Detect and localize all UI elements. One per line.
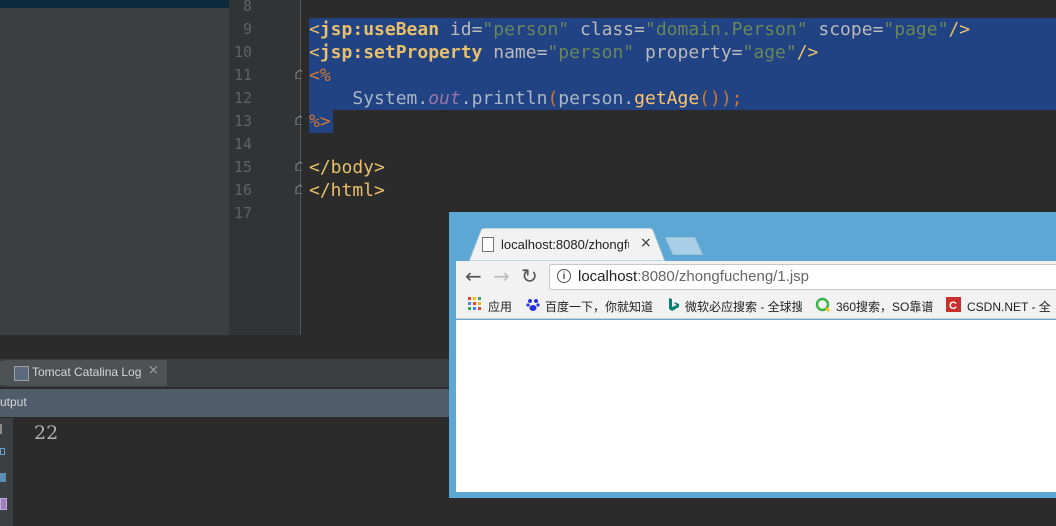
line-number: 16	[233, 181, 252, 199]
console-output-text: 22	[34, 422, 59, 444]
code-line-15: </body>	[309, 157, 385, 178]
forward-icon[interactable]: →	[493, 265, 510, 287]
tab-title: localhost:8080/zhongfu	[501, 237, 629, 252]
apps-grid-icon	[468, 297, 483, 312]
line-number: 11	[233, 66, 252, 84]
wrap-icon[interactable]	[0, 448, 5, 455]
code-line-11: <%	[309, 65, 331, 86]
csdn-icon: C	[946, 297, 961, 312]
page-icon	[482, 237, 494, 252]
line-number: 10	[233, 43, 252, 61]
line-number: 15	[233, 158, 252, 176]
line-number: 8	[242, 0, 252, 15]
line-number: 13	[233, 112, 252, 130]
close-icon[interactable]: ×	[148, 363, 159, 378]
new-tab-button[interactable]	[664, 236, 704, 256]
tab-tomcat-catalina-log[interactable]: Tomcat Catalina Log ×	[6, 360, 167, 386]
reload-icon[interactable]: ↻	[521, 265, 538, 287]
output-header-label: utput	[0, 395, 27, 409]
back-icon[interactable]: ←	[465, 265, 482, 287]
editor-gutter: 8 9 10 11 12 13 14 15 16 17	[229, 0, 305, 335]
new-tab-icon	[664, 236, 704, 256]
line-number: 12	[233, 89, 252, 107]
bookmark-apps[interactable]: 应用	[488, 298, 512, 315]
code-line-13: %>	[309, 111, 331, 132]
soft-wrap-icon[interactable]	[0, 473, 6, 482]
line-number: 14	[233, 135, 252, 153]
svg-text:C: C	[949, 300, 957, 312]
line-number: 9	[242, 20, 252, 38]
code-line-12: System.out.println(person.getAge());	[352, 88, 743, 109]
bookmark-csdn[interactable]: CSDN.NET - 全	[967, 298, 1051, 315]
code-line-16: </html>	[309, 180, 385, 201]
browser-tab-active[interactable]: localhost:8080/zhongfu ×	[469, 228, 665, 261]
bookmarks-bar: 应用 百度一下，你就知道 微软必应搜索 - 全球搜 360搜索，SO靠谱 C C…	[456, 293, 1056, 319]
log-file-icon	[14, 366, 29, 381]
baidu-paw-icon	[526, 297, 541, 312]
info-icon[interactable]: i	[557, 269, 571, 283]
360-search-icon	[815, 297, 830, 312]
scroll-icon[interactable]	[0, 424, 6, 434]
project-selected-row[interactable]	[0, 0, 229, 8]
bookmark-360[interactable]: 360搜索，SO靠谱	[836, 298, 933, 315]
output-toolbar	[0, 418, 13, 526]
clear-icon[interactable]	[0, 498, 7, 510]
project-panel	[0, 0, 229, 335]
bookmark-baidu[interactable]: 百度一下，你就知道	[545, 298, 653, 315]
line-number: 17	[233, 204, 252, 222]
bing-icon	[666, 297, 681, 312]
page-content[interactable]	[456, 320, 1056, 492]
code-line-9: <jsp:useBean id="person" class="domain.P…	[309, 19, 971, 40]
url-text: localhost:8080/zhongfucheng/1.jsp	[578, 268, 810, 285]
bookmark-bing[interactable]: 微软必应搜索 - 全球搜	[685, 298, 802, 315]
tab-label: Tomcat Catalina Log	[32, 365, 142, 379]
close-icon[interactable]: ×	[640, 235, 652, 251]
code-line-10: <jsp:setProperty name="person" property=…	[309, 42, 819, 63]
address-bar[interactable]: i localhost:8080/zhongfucheng/1.jsp	[549, 264, 1056, 290]
